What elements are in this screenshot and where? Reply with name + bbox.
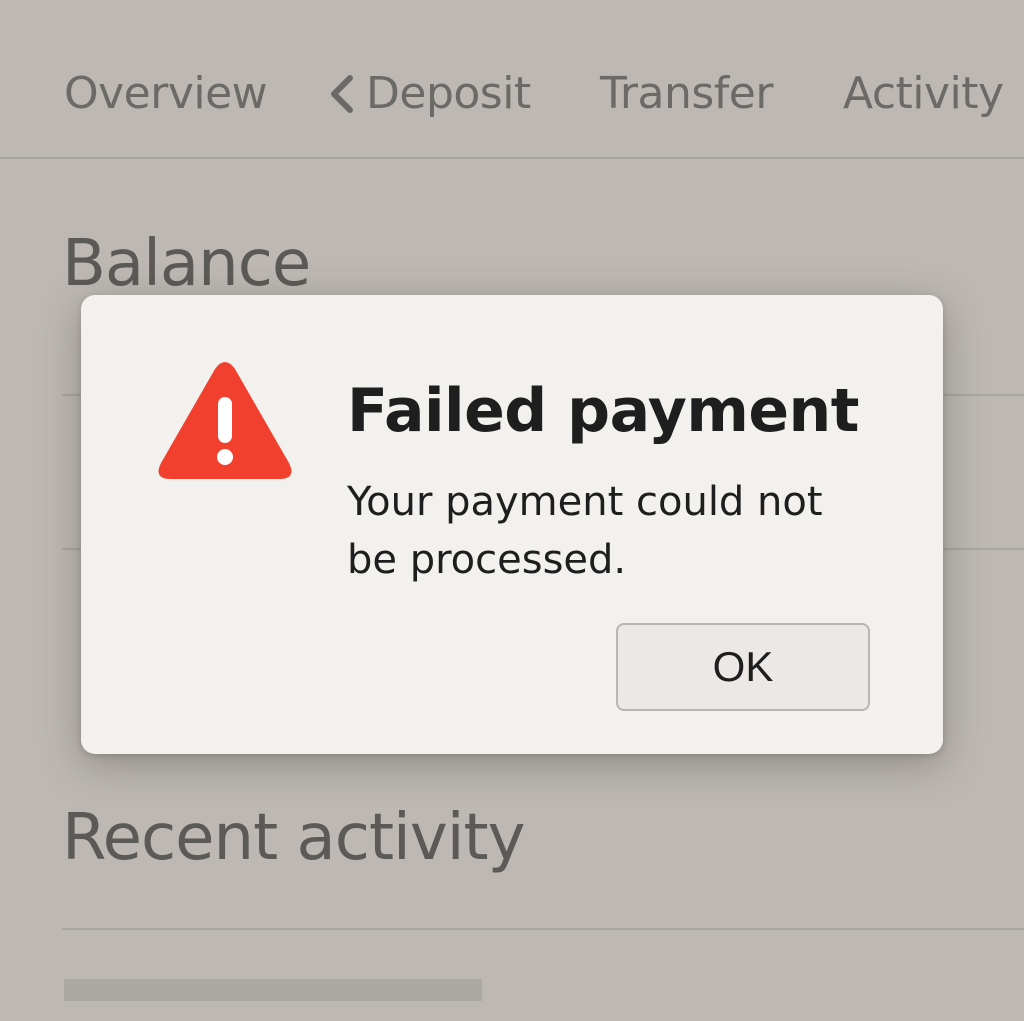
nav-tab-deposit-label: Deposit (366, 68, 531, 119)
nav-tab-transfer-label: Transfer (600, 68, 773, 119)
dialog-title: Failed payment (347, 376, 859, 446)
chevron-left-icon (331, 75, 353, 113)
recent-activity-heading: Recent activity (62, 801, 525, 875)
nav-tab-activity[interactable]: Activity (843, 66, 1004, 122)
nav-tab-activity-label: Activity (843, 68, 1004, 119)
nav-tab-overview[interactable]: Overview (64, 66, 268, 122)
activity-placeholder-row (64, 979, 482, 1001)
warning-triangle-icon (158, 362, 292, 479)
nav-divider (0, 157, 1024, 159)
divider (62, 928, 1024, 930)
nav-tab-deposit[interactable]: Deposit (326, 66, 531, 122)
nav-tab-overview-label: Overview (64, 68, 268, 119)
ok-button[interactable]: OK (616, 623, 870, 711)
dialog-message: Your payment could not be processed. (347, 479, 823, 583)
balance-heading: Balance (62, 227, 311, 301)
top-nav: Overview Deposit Transfer Activity (0, 0, 1024, 160)
nav-tab-transfer[interactable]: Transfer (600, 66, 773, 122)
failed-payment-dialog: Failed payment Your payment could not be… (81, 295, 943, 754)
